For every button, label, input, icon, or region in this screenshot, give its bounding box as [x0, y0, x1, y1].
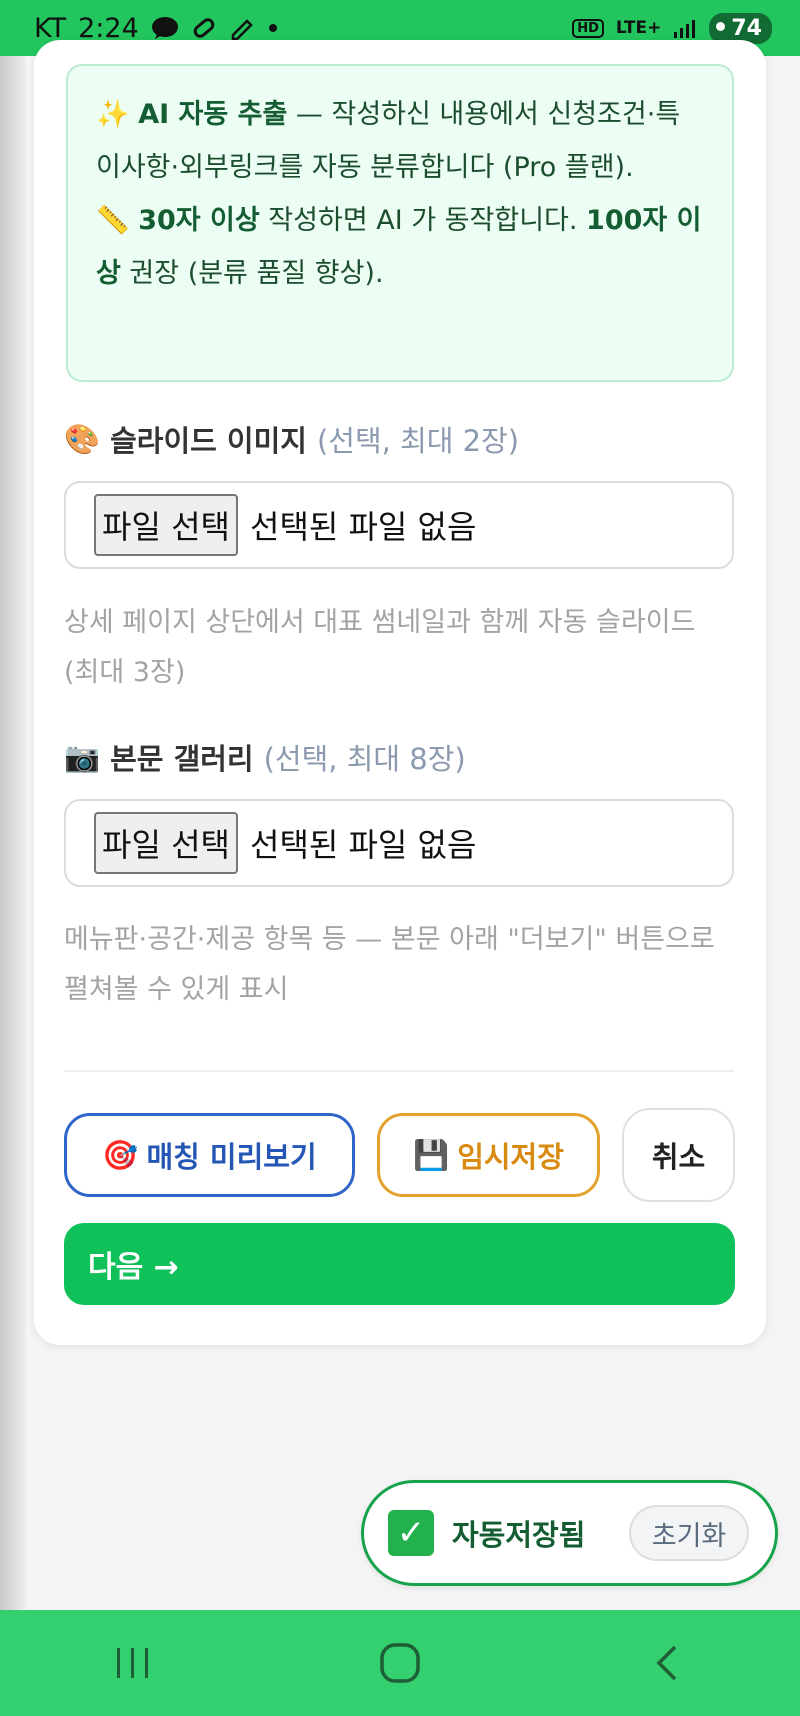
temp-save-label: 임시저장 — [457, 1140, 564, 1174]
slide-file-select-button[interactable]: 파일 선택 — [94, 494, 238, 556]
check-icon: ✓ — [388, 1510, 434, 1556]
status-right: HD LTE+ 74 — [572, 12, 772, 44]
matching-preview-label: 매칭 미리보기 — [146, 1140, 317, 1174]
signal-icon — [673, 17, 697, 39]
recent-apps-button[interactable] — [73, 1623, 193, 1703]
battery-indicator: 74 — [709, 12, 772, 44]
talk-icon — [151, 16, 179, 40]
gallery-label: 📷 본문 갤러리 (선택, 최대 8장) — [64, 736, 466, 778]
hd-icon: HD — [572, 18, 604, 38]
home-icon — [380, 1643, 420, 1683]
notice-min-text: 작성하면 AI 가 동작합니다. — [259, 205, 587, 236]
reset-button[interactable]: 초기화 — [629, 1505, 749, 1561]
ai-extract-notice: ✨ AI 자동 추출 — 작성하신 내용에서 신청조건·특이사항·외부링크를 자… — [66, 64, 734, 382]
slide-file-status: 선택된 파일 없음 — [250, 508, 477, 546]
clock: 2:24 — [78, 12, 139, 44]
slide-image-file-input[interactable]: 파일 선택 선택된 파일 없음 — [64, 481, 734, 569]
next-button[interactable]: 다음 → — [64, 1223, 735, 1305]
slide-image-help: 상세 페이지 상단에서 대표 썸네일과 함께 자동 슬라이드 (최대 3장) — [64, 607, 696, 688]
gallery-file-select-button[interactable]: 파일 선택 — [94, 812, 238, 874]
slide-image-title: 슬라이드 이미지 — [110, 424, 307, 458]
slide-image-hint: (선택, 최대 2장) — [316, 424, 520, 458]
dot-icon — [267, 22, 279, 34]
carrier-label: KT — [34, 12, 67, 44]
ruler-icon: 📏 — [96, 205, 130, 236]
floppy-icon: 💾 — [413, 1137, 450, 1172]
edit-icon — [229, 15, 255, 41]
gallery-title: 본문 갤러리 — [110, 742, 254, 776]
gallery-hint: (선택, 최대 8장) — [263, 742, 466, 776]
camera-icon: 📷 — [64, 739, 101, 774]
pill-icon — [191, 15, 217, 41]
notice-ai-title: AI 자동 추출 — [138, 99, 288, 130]
status-left: KT 2:24 — [34, 13, 279, 44]
gallery-help: 메뉴판·공간·제공 항목 등 — 본문 아래 "더보기" 버튼으로 펼쳐볼 수 … — [64, 924, 715, 1005]
target-icon: 🎯 — [102, 1137, 139, 1172]
back-button[interactable] — [607, 1623, 727, 1703]
notice-recommended-text: 권장 (분류 품질 향상). — [120, 258, 384, 289]
gallery-file-input[interactable]: 파일 선택 선택된 파일 없음 — [64, 799, 734, 887]
slide-image-label: 🎨 슬라이드 이미지 (선택, 최대 2장) — [64, 418, 519, 460]
matching-preview-button[interactable]: 🎯 매칭 미리보기 — [64, 1113, 355, 1197]
home-button[interactable] — [340, 1623, 460, 1703]
gallery-file-status: 선택된 파일 없음 — [250, 826, 477, 864]
autosave-label: 자동저장됨 — [452, 1518, 586, 1552]
autosave-toast: ✓ 자동저장됨 초기화 — [361, 1480, 778, 1586]
network-label: LTE+ — [615, 18, 662, 38]
notice-min-length: 30자 이상 — [138, 205, 260, 236]
cancel-button[interactable]: 취소 — [622, 1108, 735, 1202]
divider — [64, 1070, 734, 1072]
side-shadow — [0, 56, 26, 1610]
back-icon — [656, 1645, 676, 1681]
temp-save-button[interactable]: 💾 임시저장 — [377, 1113, 600, 1197]
navigation-bar — [0, 1610, 800, 1716]
palette-icon: 🎨 — [64, 421, 101, 456]
recent-apps-icon — [117, 1648, 149, 1678]
sparkles-icon: ✨ — [96, 99, 130, 130]
